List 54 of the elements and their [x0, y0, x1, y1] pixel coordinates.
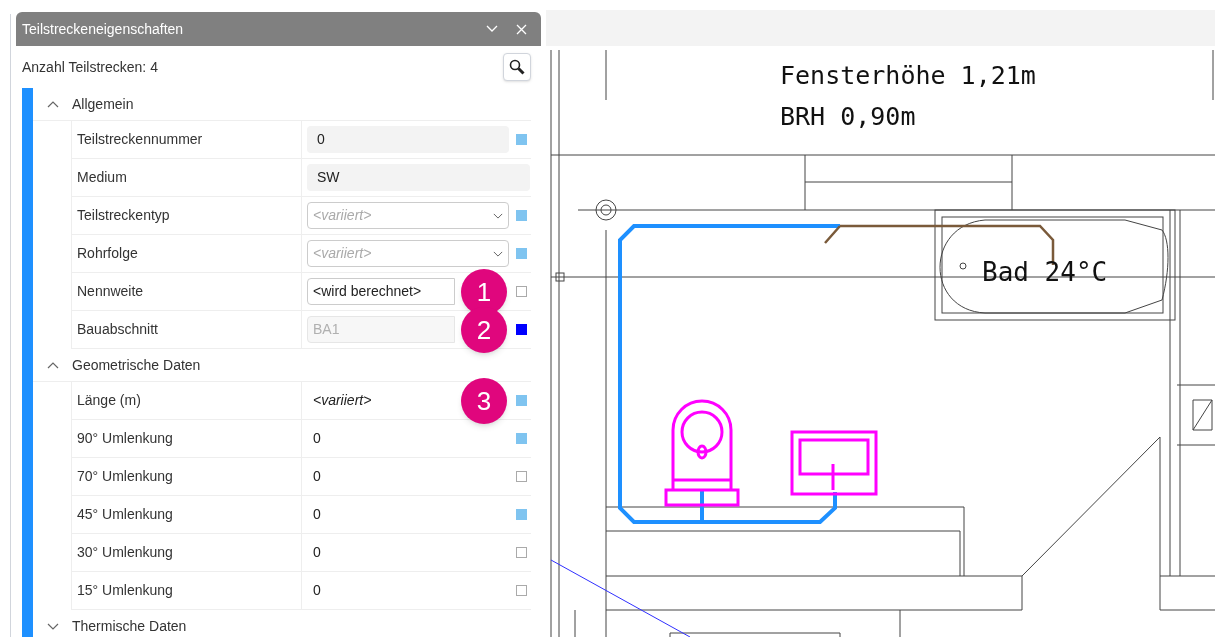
callout-badge: 3 — [461, 378, 507, 424]
segment-count: Anzahl Teilstrecken: 4 — [22, 57, 159, 77]
property-label: Teilstreckennummer — [72, 121, 302, 158]
empty-marker[interactable] — [516, 286, 527, 297]
property-label: 70° Umlenkung — [72, 458, 302, 495]
property-value: 0 — [312, 581, 321, 600]
sink-drawing[interactable] — [790, 430, 878, 496]
search-icon — [509, 59, 525, 75]
property-value: 0 — [312, 467, 321, 486]
property-label: 15° Umlenkung — [72, 572, 302, 609]
empty-marker[interactable] — [516, 585, 527, 596]
input-field[interactable]: <wird berechnet> — [307, 278, 455, 305]
chevron-down-icon[interactable] — [47, 622, 59, 630]
section-header[interactable]: Thermische Daten — [72, 615, 187, 637]
chevron-up-icon[interactable] — [47, 100, 59, 108]
property-label: Medium — [72, 159, 302, 196]
property-value: 0 — [312, 543, 321, 562]
toilet-drawing[interactable] — [664, 399, 740, 507]
property-value: 0 — [312, 429, 321, 448]
filled-marker[interactable] — [516, 134, 527, 145]
filled-marker[interactable] — [516, 210, 527, 221]
property-label: 90° Umlenkung — [72, 420, 302, 457]
empty-marker[interactable] — [516, 547, 527, 558]
property-label: Länge (m) — [72, 382, 302, 419]
close-icon[interactable] — [516, 23, 527, 35]
window-height-label: Fensterhöhe 1,21m — [780, 61, 1036, 90]
empty-marker[interactable] — [516, 471, 527, 482]
chevron-down-icon — [493, 250, 503, 257]
filled-marker[interactable] — [516, 433, 527, 444]
floor-plan-drawing[interactable] — [550, 49, 1215, 637]
room-label: Bad 24°C — [982, 257, 1108, 287]
filled-marker[interactable] — [516, 324, 527, 335]
property-label: Teilstreckentyp — [72, 197, 302, 234]
readonly-field: 0 — [307, 126, 509, 153]
callout-badge: 2 — [461, 307, 507, 353]
property-label: Nennweite — [72, 273, 302, 310]
property-label: Rohrfolge — [72, 235, 302, 272]
readonly-field: SW — [307, 164, 530, 191]
search-button[interactable] — [503, 53, 531, 81]
property-value: <variiert> — [312, 391, 372, 410]
filled-marker[interactable] — [516, 509, 527, 520]
section-header[interactable]: Geometrische Daten — [72, 354, 201, 376]
section-header[interactable]: Allgemein — [72, 93, 134, 115]
property-value: 0 — [312, 505, 321, 524]
property-label: Bauabschnitt — [72, 311, 302, 348]
chevron-up-icon[interactable] — [47, 361, 59, 369]
property-label: 30° Umlenkung — [72, 534, 302, 571]
panel-title: Teilstreckeneigenschaften — [22, 19, 185, 39]
pipe-run[interactable] — [618, 224, 842, 524]
filled-marker[interactable] — [516, 248, 527, 259]
parapet-height-label: BRH 0,90m — [780, 102, 916, 131]
filled-marker[interactable] — [516, 395, 527, 406]
chevron-down-icon — [493, 212, 503, 219]
property-label: 45° Umlenkung — [72, 496, 302, 533]
